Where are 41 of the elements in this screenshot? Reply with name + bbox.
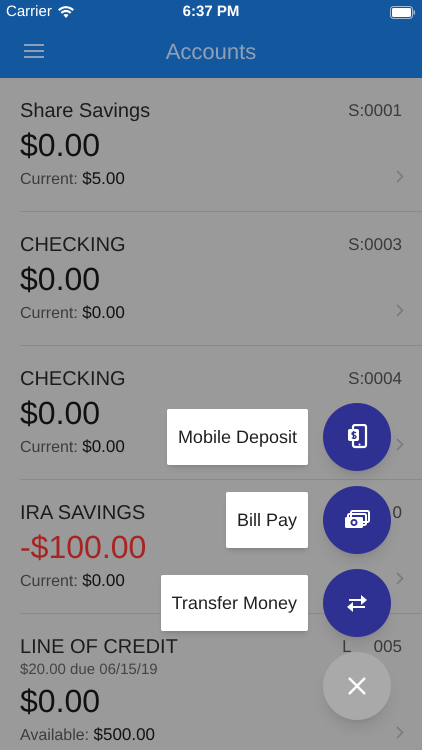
account-name: IRA SAVINGS <box>20 501 146 526</box>
account-number: S:0001 <box>348 100 402 122</box>
account-number: 005 <box>374 636 402 658</box>
account-balance: -$100.00 <box>20 528 146 567</box>
account-number: 0 <box>392 502 402 524</box>
clock: 6:37 PM <box>182 2 240 22</box>
current-balance: Current: $0.00 <box>20 436 125 458</box>
phone-dollar-icon <box>345 424 369 450</box>
account-number: S:0003 <box>348 234 402 256</box>
chevron-right-icon <box>396 726 404 738</box>
swap-arrows-icon <box>345 593 369 613</box>
current-balance: Current: $5.00 <box>20 168 125 190</box>
menu-button[interactable] <box>22 42 46 60</box>
action-label[interactable]: Transfer Money <box>160 575 308 631</box>
current-balance: Current: $0.00 <box>20 302 125 324</box>
account-name: Share Savings <box>20 99 150 124</box>
account-balance: $0.00 <box>20 126 100 165</box>
account-balance: $0.00 <box>20 682 100 721</box>
action-label[interactable]: Bill Pay <box>226 492 308 548</box>
account-name: LINE OF CREDIT <box>20 635 178 660</box>
chevron-right-icon <box>396 304 404 316</box>
payment-due: $20.00 due 06/15/19 <box>20 660 158 680</box>
account-balance: $0.00 <box>20 260 100 299</box>
page-title: Accounts <box>166 38 256 66</box>
current-balance: Current: $0.00 <box>20 570 125 592</box>
current-balance: Available: $500.00 <box>20 724 155 746</box>
account-name: CHECKING <box>20 233 126 258</box>
account-number: L <box>342 636 352 658</box>
menu-icon <box>24 44 44 58</box>
close-icon <box>347 676 367 696</box>
chevron-right-icon <box>396 438 404 450</box>
account-name: CHECKING <box>20 367 126 392</box>
action-label[interactable]: Mobile Deposit <box>166 409 308 465</box>
account-balance: $0.00 <box>20 394 100 433</box>
chevron-right-icon <box>396 170 404 182</box>
carrier-label: Carrier <box>6 2 52 22</box>
cash-icon <box>344 510 370 530</box>
chevron-right-icon <box>396 572 404 584</box>
wifi-icon <box>58 6 74 18</box>
account-number: S:0004 <box>348 368 402 390</box>
battery-icon <box>390 6 416 18</box>
